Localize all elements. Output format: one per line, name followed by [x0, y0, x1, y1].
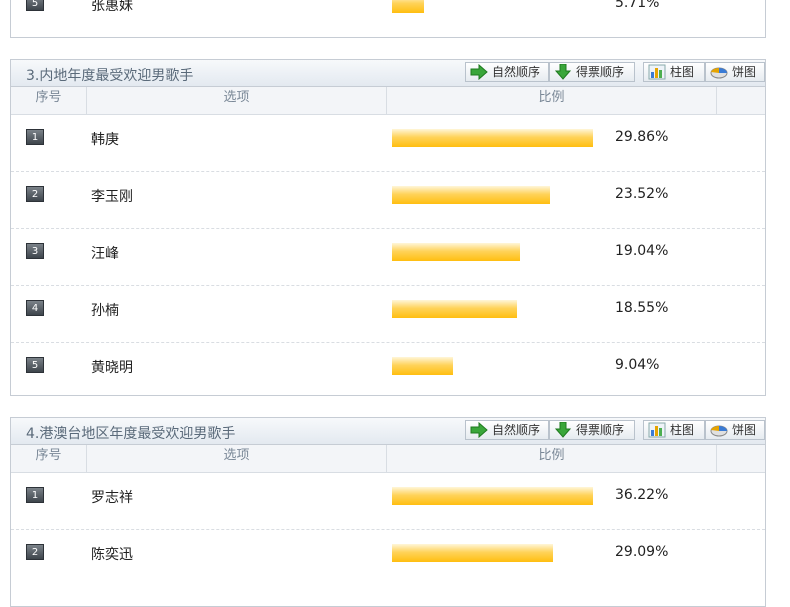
- percent-bar: [392, 544, 553, 562]
- poll-panel-4: 4.港澳台地区年度最受欢迎男歌手 自然顺序 得票顺序 柱图 饼图 序号 选项 比…: [10, 417, 766, 607]
- percent-value: 36.22%: [615, 487, 669, 503]
- percent-bar: [392, 186, 550, 204]
- bar-chart-label: 柱图: [670, 423, 695, 437]
- bar-chart-label: 柱图: [670, 65, 695, 79]
- percent-value: 23.52%: [615, 186, 669, 202]
- percent-bar: [392, 300, 517, 318]
- option-name: 韩庚: [91, 132, 119, 148]
- bar-chart-icon: [648, 422, 666, 438]
- arrow-right-icon: [470, 422, 488, 438]
- natural-order-button[interactable]: 自然顺序: [465, 62, 549, 82]
- panel-title: 3.内地年度最受欢迎男歌手: [26, 68, 194, 84]
- percent-value: 9.04%: [615, 357, 660, 373]
- percent-value: 18.55%: [615, 300, 669, 316]
- table-row: 1 罗志祥 36.22%: [11, 473, 765, 530]
- panel-title: 4.港澳台地区年度最受欢迎男歌手: [26, 426, 236, 442]
- table-row: 5 黄晓明 9.04%: [11, 343, 765, 399]
- rank-badge: 5: [26, 357, 44, 373]
- rank-badge: 4: [26, 300, 44, 316]
- table-row: 3 汪峰 19.04%: [11, 229, 765, 286]
- option-name: 陈奕迅: [91, 547, 133, 563]
- natural-order-button[interactable]: 自然顺序: [465, 420, 549, 440]
- rank-badge: 1: [26, 487, 44, 503]
- column-rank: 序号: [11, 445, 87, 472]
- bar-chart-button[interactable]: 柱图: [643, 62, 705, 82]
- percent-value: 29.09%: [615, 544, 669, 560]
- table-row: 2 李玉刚 23.52%: [11, 172, 765, 229]
- vote-order-label: 得票顺序: [576, 423, 625, 437]
- percent-value: 29.86%: [615, 129, 669, 145]
- arrow-down-icon: [554, 64, 572, 80]
- vote-order-button[interactable]: 得票顺序: [549, 420, 635, 440]
- option-name: 汪峰: [91, 246, 119, 262]
- column-ratio: 比例: [387, 445, 717, 472]
- pie-chart-icon: [710, 67, 728, 79]
- poll-panel-3: 3.内地年度最受欢迎男歌手 自然顺序 得票顺序 柱图 饼图 序号 选项 比例 1…: [10, 59, 766, 396]
- result-list: 1 罗志祥 36.22% 2 陈奕迅 29.09%: [11, 473, 765, 586]
- panel-header: 3.内地年度最受欢迎男歌手 自然顺序 得票顺序 柱图 饼图: [11, 60, 765, 87]
- option-name: 李玉刚: [91, 189, 133, 205]
- column-option: 选项: [87, 87, 387, 114]
- panel-header: 4.港澳台地区年度最受欢迎男歌手 自然顺序 得票顺序 柱图 饼图: [11, 418, 765, 445]
- percent-bar: [392, 243, 520, 261]
- natural-order-label: 自然顺序: [492, 423, 541, 437]
- option-name: 黄晓明: [91, 360, 133, 376]
- option-name: 张惠妹: [91, 0, 133, 14]
- pie-chart-label: 饼图: [732, 423, 757, 437]
- vote-order-button[interactable]: 得票顺序: [549, 62, 635, 82]
- percent-bar: [392, 129, 593, 147]
- rank-badge: 1: [26, 129, 44, 145]
- pie-chart-icon: [710, 425, 728, 437]
- pie-chart-button[interactable]: 饼图: [705, 62, 765, 82]
- column-header: 序号 选项 比例: [11, 87, 765, 115]
- bar-chart-button[interactable]: 柱图: [643, 420, 705, 440]
- pie-chart-button[interactable]: 饼图: [705, 420, 765, 440]
- table-row: 1 韩庚 29.86%: [11, 115, 765, 172]
- rank-badge: 5: [26, 0, 44, 11]
- arrow-down-icon: [554, 422, 572, 438]
- column-option: 选项: [87, 445, 387, 472]
- table-row: 5 张惠妹 5.71%: [11, 0, 765, 37]
- vote-order-label: 得票顺序: [576, 65, 625, 79]
- bar-chart-icon: [648, 64, 666, 80]
- rank-badge: 2: [26, 186, 44, 202]
- percent-value: 19.04%: [615, 243, 669, 259]
- column-header: 序号 选项 比例: [11, 445, 765, 473]
- pie-chart-label: 饼图: [732, 65, 757, 79]
- percent-bar: [392, 357, 453, 375]
- percent-value: 5.71%: [615, 0, 660, 11]
- table-row: 4 孙楠 18.55%: [11, 286, 765, 343]
- rank-badge: 3: [26, 243, 44, 259]
- natural-order-label: 自然顺序: [492, 65, 541, 79]
- arrow-right-icon: [470, 64, 488, 80]
- rank-badge: 2: [26, 544, 44, 560]
- option-name: 罗志祥: [91, 490, 133, 506]
- option-name: 孙楠: [91, 303, 119, 319]
- poll-panel-2-partial: 5 张惠妹 5.71%: [10, 0, 766, 38]
- percent-bar: [392, 487, 593, 505]
- table-row: 2 陈奕迅 29.09%: [11, 530, 765, 586]
- column-rank: 序号: [11, 87, 87, 114]
- percent-bar: [392, 0, 424, 13]
- column-ratio: 比例: [387, 87, 717, 114]
- result-list: 1 韩庚 29.86% 2 李玉刚 23.52% 3 汪峰 19.04% 4 孙…: [11, 115, 765, 399]
